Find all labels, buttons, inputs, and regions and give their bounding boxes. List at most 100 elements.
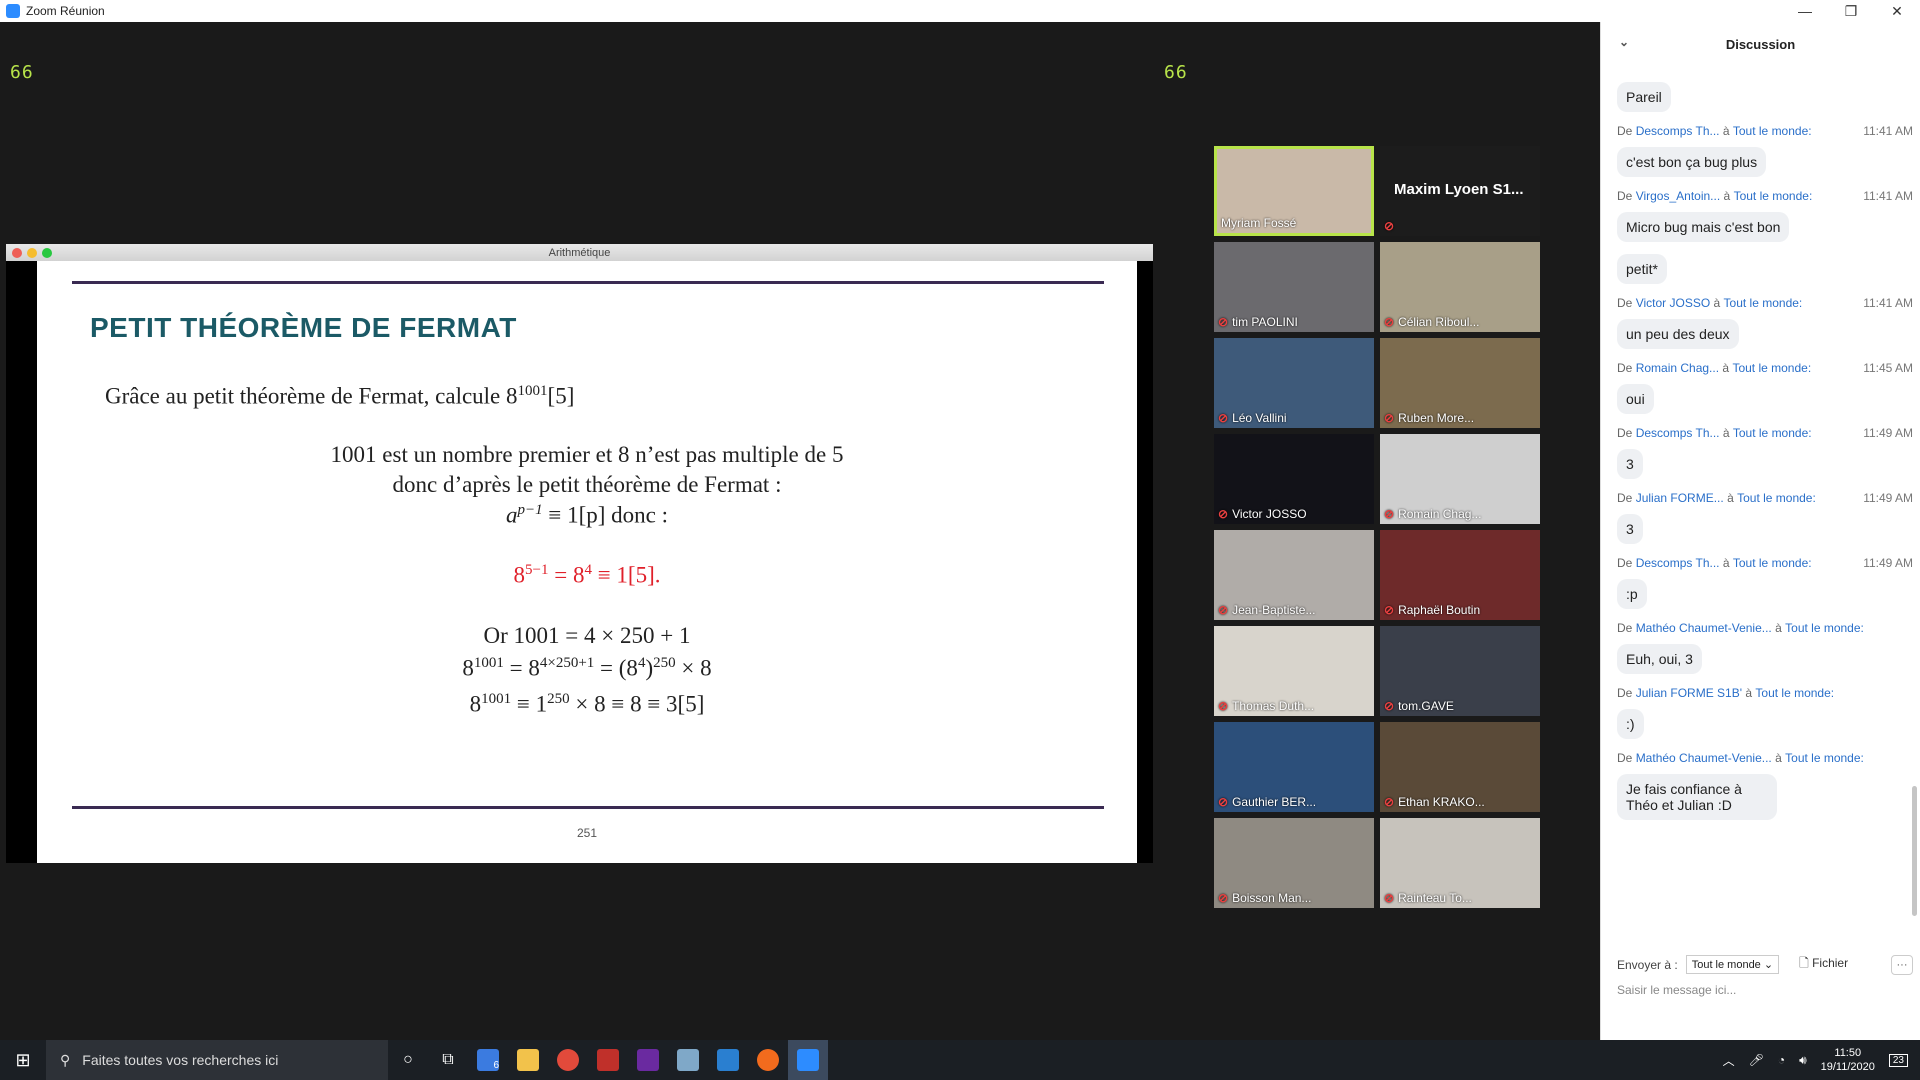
recipient: Tout le monde:: [1723, 296, 1803, 310]
slide-bottom-rule: [72, 806, 1104, 809]
participant-name: Ruben More...: [1398, 411, 1475, 425]
chat-message: :): [1617, 709, 1644, 739]
next-app-icon[interactable]: [628, 1040, 668, 1080]
sender-name[interactable]: Descomps Th...: [1636, 556, 1720, 570]
from-label: De: [1617, 361, 1633, 375]
participant-label: ⊘ tim PAOLINI: [1218, 315, 1298, 329]
chevron-up-icon[interactable]: ︿: [1723, 1052, 1735, 1069]
clock[interactable]: 11:50 19/11/2020: [1821, 1046, 1875, 1074]
counter-right: 66: [1164, 62, 1188, 83]
participant-tile-rapha-l-boutin[interactable]: ⊘ Raphaël Boutin: [1380, 530, 1540, 620]
window-titlebar: Zoom Réunion — ❐ ✕: [0, 0, 1920, 22]
photos-icon[interactable]: [708, 1040, 748, 1080]
slide-page-number: 251: [576, 826, 598, 840]
file-explorer-icon[interactable]: [508, 1040, 548, 1080]
to-label: à: [1722, 361, 1730, 375]
send-to-label: Envoyer à :: [1617, 957, 1678, 972]
chat-message: Je fais confiance à Théo et Julian :D: [1617, 774, 1777, 820]
phone-app-icon[interactable]: 6: [468, 1040, 508, 1080]
windows-start-icon[interactable]: ⊞: [0, 1040, 46, 1080]
recipient: Tout le monde:: [1732, 124, 1812, 138]
participant-name: Jean-Baptiste...: [1232, 603, 1316, 617]
paint-icon[interactable]: [668, 1040, 708, 1080]
file-button[interactable]: 🗋 Fichier: [1799, 954, 1848, 975]
sender-name[interactable]: Victor JOSSO: [1636, 296, 1710, 310]
muted-mic-icon: ⊘: [1384, 603, 1395, 617]
chrome-icon[interactable]: [548, 1040, 588, 1080]
slide-line-4: Or 1001 = 4 × 250 + 1: [483, 623, 691, 648]
participant-label: ⊘ Ethan KRAKO...: [1384, 795, 1485, 809]
participant-name: Thomas Duth...: [1232, 699, 1315, 713]
participant-tile-l-o-vallini[interactable]: ⊘ Léo Vallini: [1214, 338, 1374, 428]
to-label: à: [1723, 189, 1731, 203]
participant-tile-c-lian-riboul[interactable]: ⊘ Célian Riboul...: [1380, 242, 1540, 332]
to-label: à: [1775, 751, 1782, 765]
sender-name[interactable]: Descomps Th...: [1636, 124, 1720, 138]
origin-icon[interactable]: [748, 1040, 788, 1080]
chat-input[interactable]: Saisir le message ici...: [1617, 983, 1736, 997]
muted-mic-icon: ⊘: [1218, 411, 1229, 425]
participant-tile-ethan-krako[interactable]: ⊘ Ethan KRAKO...: [1380, 722, 1540, 812]
scrollbar-thumb[interactable]: [1912, 786, 1917, 916]
speaker-icon[interactable]: 🔊︎: [1799, 1053, 1807, 1068]
maximize-button[interactable]: ❐: [1828, 0, 1874, 22]
more-button[interactable]: ···: [1891, 954, 1913, 975]
participant-name: Maxim Lyoen S1...: [1394, 181, 1524, 198]
to-label: à: [1727, 491, 1734, 505]
participant-tile-myriam-foss[interactable]: Myriam Fossé: [1214, 146, 1374, 236]
mic-icon[interactable]: 🎤︎: [1749, 1053, 1764, 1067]
recipient: Tout le monde:: [1732, 556, 1812, 570]
participant-tile-maxim-lyoen-s1[interactable]: Maxim Lyoen S1... ⊘: [1380, 146, 1540, 236]
chat-scrollbar[interactable]: [1912, 76, 1917, 966]
send-to-select[interactable]: Tout le monde ⌄: [1685, 955, 1780, 974]
muted-mic-icon: ⊘: [1384, 411, 1395, 425]
chat-message-meta: De Descomps Th... à Tout le monde: 11:49 …: [1617, 556, 1913, 570]
sender-name[interactable]: Descomps Th...: [1636, 426, 1720, 440]
notification-icon[interactable]: 23: [1888, 1053, 1908, 1067]
participant-name: Léo Vallini: [1232, 411, 1287, 425]
taskbar-search[interactable]: ⚲ Faites toutes vos recherches ici: [46, 1040, 388, 1080]
sender-name[interactable]: Mathéo Chaumet-Venie...: [1636, 751, 1772, 765]
search-input[interactable]: Faites toutes vos recherches ici: [82, 1052, 278, 1068]
muted-mic-icon: ⊘: [1218, 795, 1229, 809]
minimize-button[interactable]: —: [1782, 0, 1828, 22]
chat-message-meta: De Mathéo Chaumet-Venie... à Tout le mon…: [1617, 621, 1913, 635]
wifi-icon[interactable]: ◔: [1778, 1053, 1785, 1067]
to-label: à: [1722, 124, 1730, 138]
participant-tile-boisson-man[interactable]: ⊘ Boisson Man...: [1214, 818, 1374, 908]
participant-name: Victor JOSSO: [1232, 507, 1307, 521]
recipient: Tout le monde:: [1755, 686, 1835, 700]
chat-message-meta: De Mathéo Chaumet-Venie... à Tout le mon…: [1617, 751, 1913, 765]
share-window-title: Arithmétique: [548, 246, 611, 259]
participant-tile-jean-baptiste[interactable]: ⊘ Jean-Baptiste...: [1214, 530, 1374, 620]
participant-tile-victor-josso[interactable]: ⊘ Victor JOSSO: [1214, 434, 1374, 524]
cortana-icon[interactable]: ○: [388, 1040, 428, 1080]
zoom-taskbar-icon[interactable]: [788, 1040, 828, 1080]
participant-tile-ruben-more[interactable]: ⊘ Ruben More...: [1380, 338, 1540, 428]
sender-name[interactable]: Virgos_Antoin...: [1636, 189, 1721, 203]
close-button[interactable]: ✕: [1874, 0, 1920, 22]
recipient: Tout le monde:: [1732, 426, 1812, 440]
sender-name[interactable]: Romain Chag...: [1636, 361, 1719, 375]
participant-tile-gauthier-ber[interactable]: ⊘ Gauthier BER...: [1214, 722, 1374, 812]
slide-line-6: 81001 ≡ 1250 × 8 ≡ 8 ≡ 3[5]: [469, 691, 705, 717]
participant-label: ⊘ Thomas Duth...: [1218, 699, 1314, 713]
participant-tile-thomas-duth[interactable]: ⊘ Thomas Duth...: [1214, 626, 1374, 716]
sender-name[interactable]: Julian FORME S1B': [1636, 686, 1742, 700]
participant-name: Rainteau To...: [1398, 891, 1472, 905]
muted-mic-icon: ⊘: [1384, 507, 1395, 521]
sender-name[interactable]: Julian FORME...: [1636, 491, 1724, 505]
zoom-logo-icon: [6, 4, 20, 18]
chat-message-meta: De Julian FORME S1B' à Tout le monde:: [1617, 686, 1913, 700]
participant-tile-romain-chag[interactable]: ⊘ Romain Chag...: [1380, 434, 1540, 524]
participant-tile-tom-gave[interactable]: ⊘ tom.GAVE: [1380, 626, 1540, 716]
chevron-down-icon[interactable]: ⌄: [1619, 35, 1629, 49]
voicemeeter-icon[interactable]: [588, 1040, 628, 1080]
participant-tile-rainteau-to[interactable]: ⊘ Rainteau To...: [1380, 818, 1540, 908]
participant-tile-tim-paolini[interactable]: ⊘ tim PAOLINI: [1214, 242, 1374, 332]
sender-name[interactable]: Mathéo Chaumet-Venie...: [1636, 621, 1772, 635]
slide-line-5: 81001 = 84×250+1 = (84)250 × 8: [462, 655, 712, 681]
task-view-icon[interactable]: ⧉: [428, 1040, 468, 1080]
slide-heading: PETIT THÉORÈME DE FERMAT: [90, 312, 517, 343]
message-time: 11:41 AM: [1863, 296, 1913, 310]
